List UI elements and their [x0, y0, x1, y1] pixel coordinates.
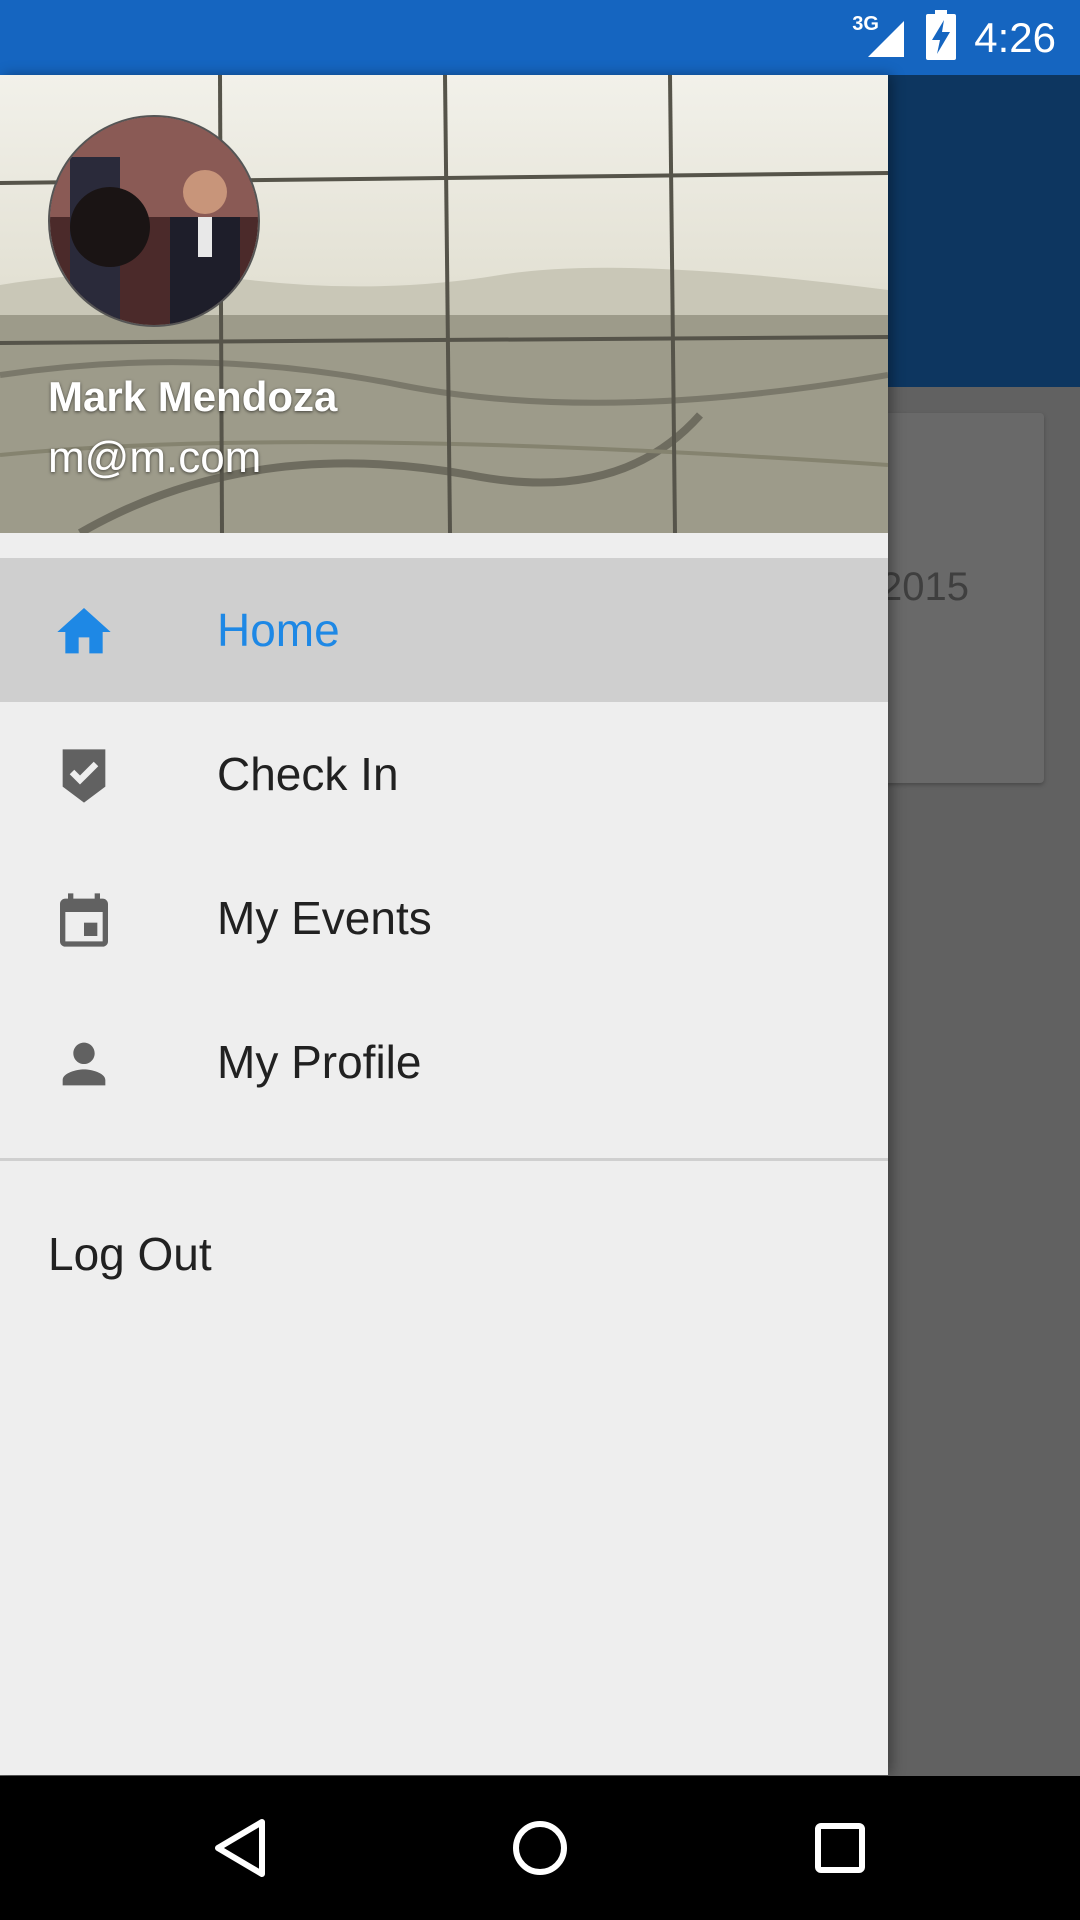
back-icon[interactable] — [204, 1812, 276, 1884]
recents-icon[interactable] — [804, 1812, 876, 1884]
drawer-header: Mark Mendoza m@m.com — [0, 75, 888, 533]
home-icon — [52, 600, 116, 664]
check-shield-icon — [52, 744, 116, 808]
user-name: Mark Mendoza — [48, 373, 338, 420]
network-type: 3G — [852, 12, 879, 35]
navigation-drawer: Mark Mendoza m@m.com Home Check In My Ev… — [0, 75, 888, 1775]
logout-button[interactable]: Log Out — [48, 1227, 212, 1281]
menu-item-my-profile[interactable]: My Profile — [0, 990, 888, 1134]
menu-item-home[interactable]: Home — [0, 558, 888, 702]
calendar-icon — [52, 888, 116, 952]
menu-item-label: Check In — [217, 748, 399, 800]
background-card-text: 2015 — [880, 565, 969, 609]
home-circle-icon[interactable] — [504, 1812, 576, 1884]
battery-charging-icon — [926, 10, 957, 65]
menu-item-label: Home — [217, 604, 340, 656]
divider — [0, 1158, 888, 1161]
person-icon — [52, 1032, 116, 1096]
clock: 4:26 — [974, 13, 1056, 61]
menu-item-label: My Profile — [217, 1036, 422, 1088]
user-email: m@m.com — [48, 433, 262, 482]
signal-icon: 3G — [852, 13, 908, 63]
menu-item-my-events[interactable]: My Events — [0, 846, 888, 990]
status-bar: 3G 4:26 — [0, 0, 1080, 75]
avatar[interactable] — [48, 115, 260, 327]
menu-item-label: My Events — [217, 892, 432, 944]
system-nav-bar — [0, 1776, 1080, 1920]
drawer-menu: Home Check In My Events My Profile — [0, 558, 888, 1134]
menu-item-check-in[interactable]: Check In — [0, 702, 888, 846]
